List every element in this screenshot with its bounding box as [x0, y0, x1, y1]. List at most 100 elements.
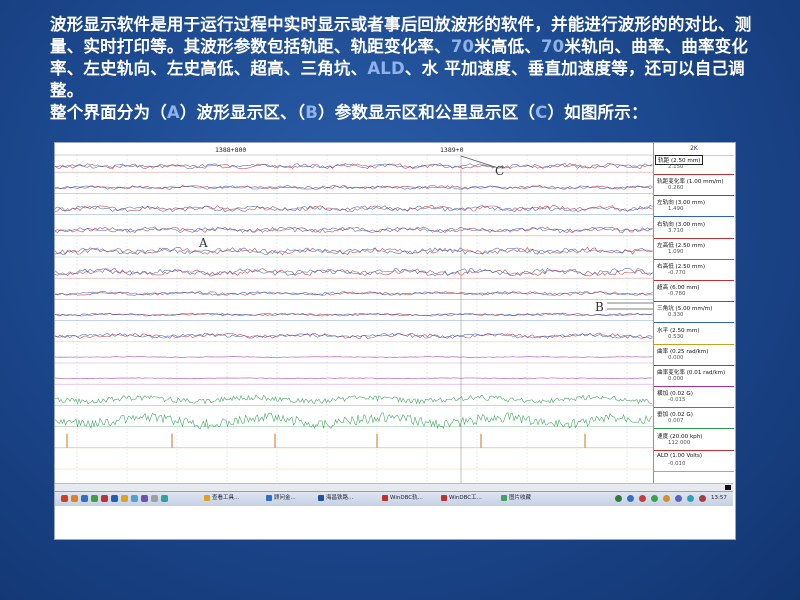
parameter-row[interactable]: 超高 (6.00 mm) -0.780	[654, 282, 734, 303]
parameter-label: 横加 (0.02 G)	[657, 391, 693, 398]
label-a-text: A	[166, 103, 180, 122]
taskbar-button[interactable]: WinDBC工...	[440, 494, 482, 503]
quicklaunch-icon[interactable]	[111, 495, 118, 502]
parameter-value: 1.090	[668, 248, 684, 255]
grid-lines	[76, 155, 628, 483]
parameter-label: 速度 (20.00 kph)	[657, 433, 703, 440]
text-seg: ）参数显示区和公里显示区（	[318, 103, 536, 122]
quicklaunch-icon[interactable]	[121, 495, 128, 502]
taskbar-clock: 13:57	[711, 495, 727, 501]
parameter-value: -0.015	[668, 397, 686, 404]
text-seg: ）波形显示区、（	[179, 103, 306, 122]
parameter-label: 曲率变化率 (0.01 rad/km)	[657, 370, 726, 376]
parameter-row[interactable]: 曲率变化率 (0.01 rad/km) 0.000	[654, 367, 734, 387]
taskbar-label: WinDBC工...	[449, 495, 482, 501]
tray-icon[interactable]	[615, 495, 622, 502]
parameter-label: 垂加 (0.02 G)	[657, 412, 693, 419]
parameter-value: 1.490	[668, 206, 684, 213]
waveform-display-area[interactable]: 1388+800 1389+0 C A B	[55, 143, 653, 483]
windows-taskbar: 查看工具... 顾问金... 海昌铁路... WinDBC轨... WinDBC…	[55, 491, 733, 506]
mileage-right: 1389+0	[440, 146, 464, 154]
tray-icon[interactable]	[627, 495, 634, 502]
parameter-row[interactable]: 水平 (2.50 mm) 0.530	[654, 325, 734, 345]
scroll-arrow-right[interactable]	[725, 485, 731, 490]
quicklaunch-icon[interactable]	[141, 495, 148, 502]
parameter-row[interactable]: 横加 (0.02 G) -0.015	[654, 388, 734, 409]
taskbar-button[interactable]: 查看工具...	[203, 494, 239, 503]
quicklaunch-icon[interactable]	[101, 495, 108, 502]
label-c-text: C	[535, 103, 548, 122]
paragraph-1: 波形显示软件是用于运行过程中实时显示或者事后回放波形的软件，并能进行波形的的对比…	[50, 14, 770, 102]
waveform-trace	[55, 394, 653, 405]
tray-icon[interactable]	[663, 495, 670, 502]
parameter-row[interactable]: 右轨向 (3.00 mm) 3.710	[654, 219, 734, 239]
waveform-trace	[55, 412, 653, 430]
parameter-label: 左轨向 (3.00 mm)	[657, 200, 706, 207]
app-icon	[382, 495, 388, 501]
waveform-trace	[55, 377, 653, 379]
taskbar-label: 海昌铁路...	[326, 495, 354, 501]
slide-description: 波形显示软件是用于运行过程中实时显示或者事后回放波形的软件，并能进行波形的的对比…	[50, 14, 770, 124]
text-seg: 70	[450, 37, 475, 56]
parameter-row[interactable]: 轨距 (2.50 mm) 2.150	[654, 155, 734, 175]
text-seg: ALD	[367, 59, 405, 78]
quicklaunch-icon[interactable]	[131, 495, 138, 502]
parameter-value: 2.150	[668, 164, 684, 170]
parameter-label: 超高 (6.00 mm)	[657, 285, 700, 292]
parameter-row[interactable]: 三角坑 (5.00 mm/m) 0.330	[654, 303, 734, 324]
parameter-value: 0.000	[668, 376, 684, 382]
parameter-value: 0.530	[668, 333, 684, 340]
tray-icon[interactable]	[651, 495, 658, 502]
parameter-row[interactable]: 速度 (20.00 kph) 112.000	[654, 431, 734, 451]
tray-icon[interactable]	[675, 495, 682, 502]
parameter-row[interactable]: 左轨向 (3.00 mm) 1.490	[654, 197, 734, 218]
parameter-value: 112.000	[668, 439, 691, 446]
start-orb-icon[interactable]	[61, 495, 68, 502]
parameter-label: 左高低 (2.50 mm)	[657, 242, 706, 249]
taskbar-label: WinDBC轨...	[390, 495, 423, 501]
quicklaunch-icon[interactable]	[91, 495, 98, 502]
text-seg: 波形显示	[50, 15, 117, 34]
label-b-text: B	[305, 103, 319, 122]
parameter-value: 0.000	[668, 354, 684, 361]
parameter-label: ALD (1.00 Volts)	[657, 452, 703, 459]
parameter-row[interactable]: 左高低 (2.50 mm) 1.090	[654, 240, 734, 260]
parameter-value: -0.010	[668, 460, 686, 467]
text-seg: 米高低、	[474, 37, 541, 56]
tray-icon[interactable]	[639, 495, 646, 502]
parameter-label: 轨距变化率 (1.00 mm/m)	[657, 179, 724, 186]
quicklaunch-icon[interactable]	[81, 495, 88, 502]
parameter-row[interactable]: ALD (1.00 Volts) -0.010	[654, 452, 734, 472]
paragraph-2: 整个界面分为（A）波形显示区、（B）参数显示区和公里显示区（C）如图所示：	[50, 102, 770, 124]
app-icon	[266, 495, 272, 501]
annotation-c: C	[495, 164, 504, 178]
text-seg: ）如图所示：	[547, 103, 648, 122]
folder-icon	[204, 495, 210, 501]
app-icon	[318, 495, 324, 501]
parameter-label: 水平 (2.50 mm)	[657, 327, 700, 334]
quicklaunch-icon[interactable]	[161, 495, 168, 502]
parameter-row[interactable]: 曲率 (0.25 rad/km) 0.000	[654, 346, 734, 366]
quicklaunch-icon[interactable]	[71, 495, 78, 502]
parameter-row[interactable]: 右高低 (2.50 mm) -0.770	[654, 261, 734, 281]
parameter-value: -0.770	[668, 270, 686, 276]
parameter-label: 右轨向 (3.00 mm)	[657, 221, 706, 228]
waveform-trace	[55, 332, 653, 339]
app-icon	[441, 495, 447, 501]
parameter-label: 右高低 (2.50 mm)	[657, 264, 706, 270]
taskbar-button[interactable]: 海昌铁路...	[317, 494, 353, 503]
waveform-canvas[interactable]: 1388+800 1389+0 C A B	[55, 143, 653, 483]
taskbar-button[interactable]: 图片收藏	[500, 494, 531, 503]
parameter-value: 3.710	[668, 227, 684, 234]
parameter-value: 0.007	[668, 418, 684, 425]
tray-icon[interactable]	[687, 495, 694, 502]
tray-icon[interactable]	[699, 495, 706, 502]
taskbar-button[interactable]: 顾问金...	[265, 494, 296, 503]
parameter-row[interactable]: 轨距变化率 (1.00 mm/m) 0.260	[654, 176, 734, 197]
parameter-panel: 2K 轨距 (2.50 mm) 2.150 轨距变化率 (1.00 mm/m) 0.2…	[653, 143, 734, 483]
taskbar-button[interactable]: WinDBC轨...	[381, 494, 423, 503]
parameter-value: 0.330	[668, 312, 684, 319]
parameter-row[interactable]: 垂加 (0.02 G) 0.007	[654, 409, 734, 430]
parameter-value: 0.260	[668, 185, 684, 192]
quicklaunch-icon[interactable]	[151, 495, 158, 502]
